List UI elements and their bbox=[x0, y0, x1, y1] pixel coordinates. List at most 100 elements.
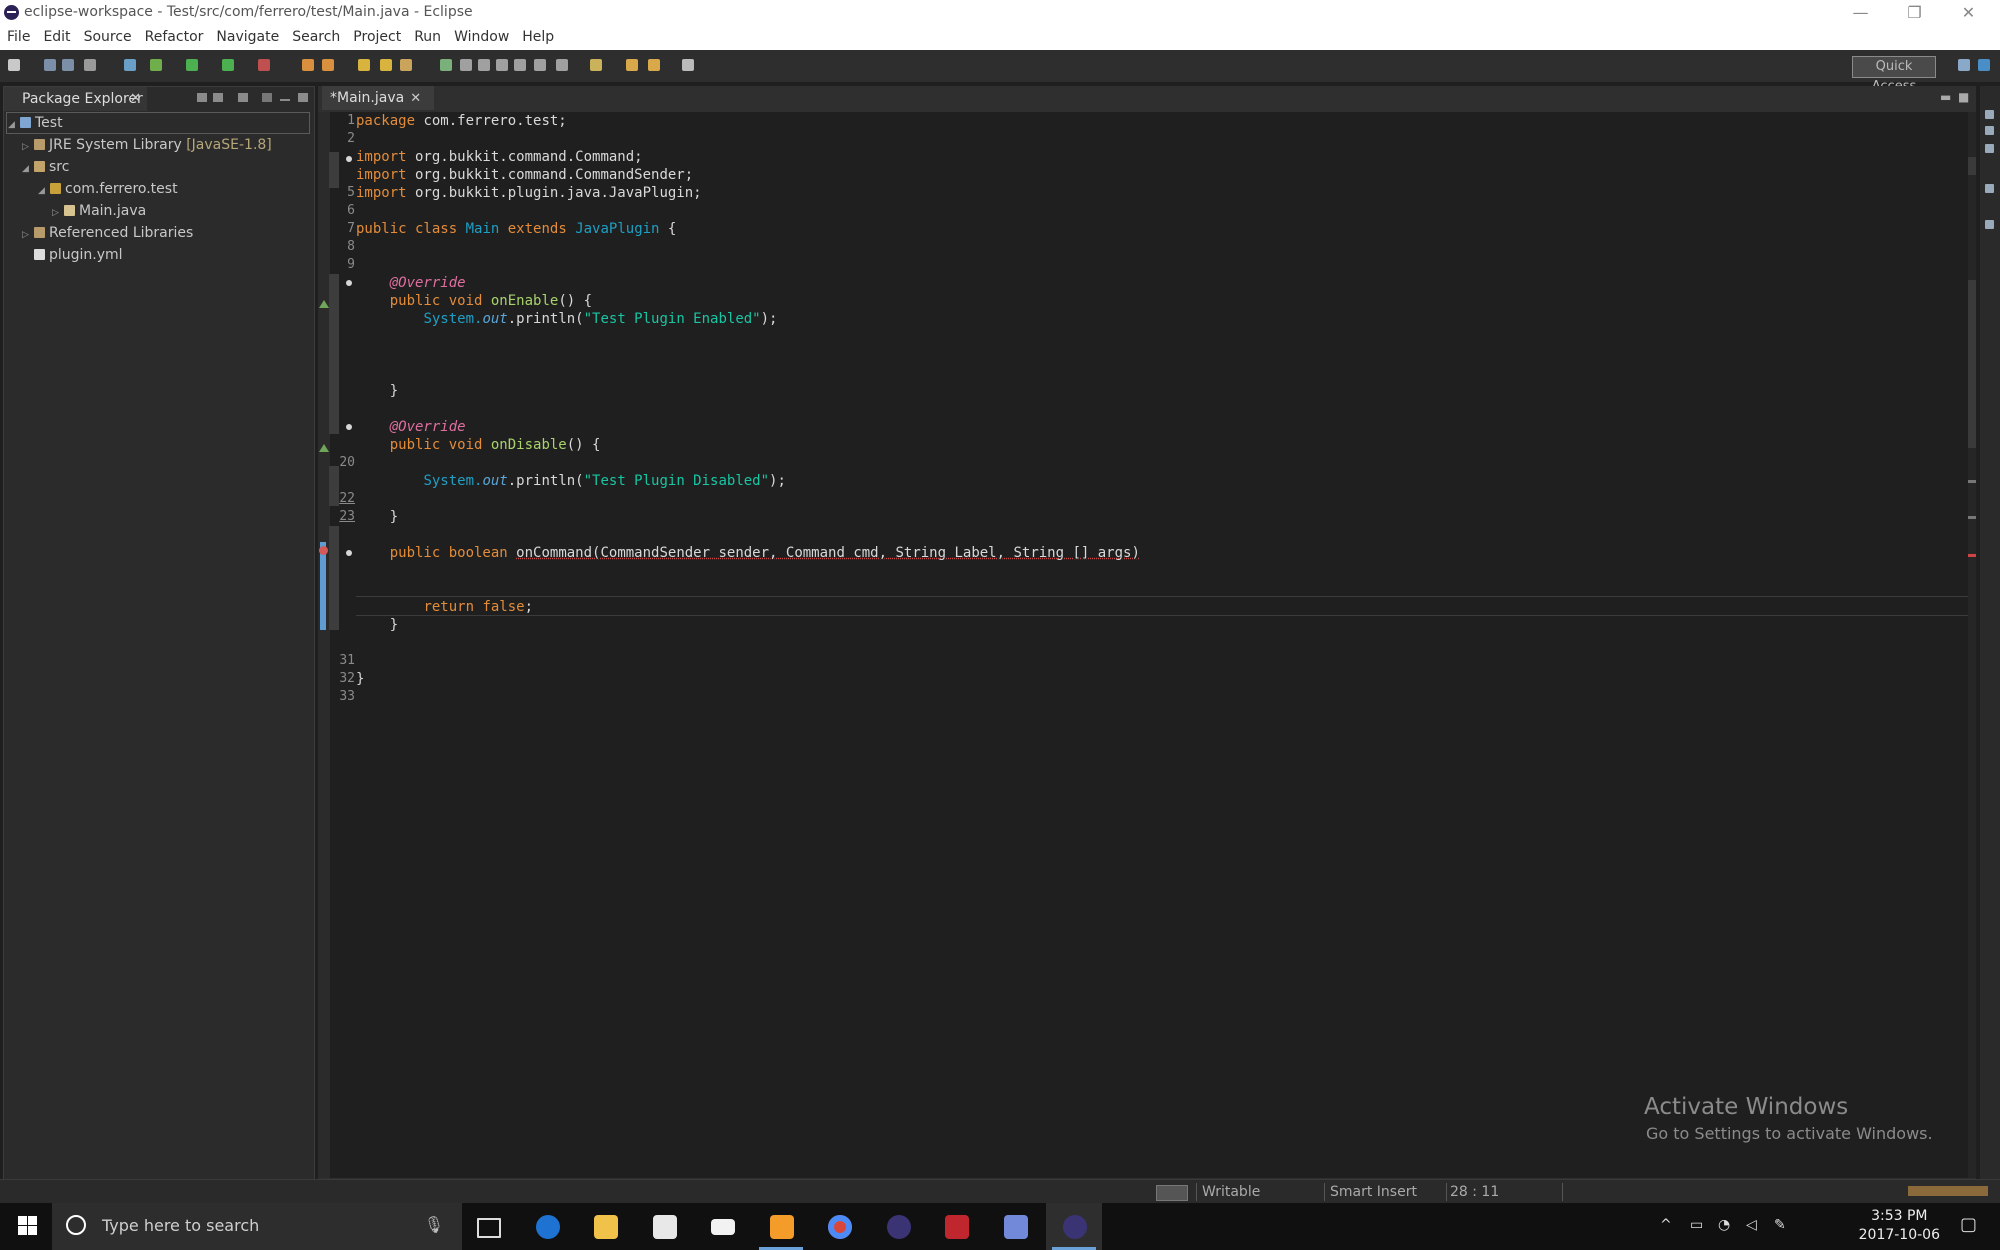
view-menu-icon[interactable] bbox=[262, 93, 272, 102]
mail-icon[interactable] bbox=[694, 1203, 750, 1250]
fold-toggle-icon[interactable] bbox=[346, 156, 352, 162]
taskbar-search-box[interactable]: Type here to search 🎙 bbox=[52, 1203, 462, 1250]
menu-help[interactable]: Help bbox=[515, 26, 560, 50]
coverage-icon[interactable] bbox=[222, 59, 234, 71]
editor-tab-main-java[interactable]: *Main.java ✕ bbox=[322, 86, 434, 110]
back-arrow-icon[interactable] bbox=[626, 59, 638, 71]
close-window-button[interactable]: ✕ bbox=[1946, 0, 1991, 26]
tree-item-jre-library[interactable]: ▷ JRE System Library [JavaSE-1.8] bbox=[22, 135, 272, 156]
quick-access-input[interactable]: Quick Access bbox=[1852, 56, 1936, 94]
menu-project[interactable]: Project bbox=[346, 26, 407, 50]
close-icon[interactable]: ✕ bbox=[410, 91, 421, 106]
battery-icon[interactable]: ▭ bbox=[1690, 1217, 1703, 1233]
fold-toggle-icon[interactable] bbox=[346, 280, 352, 286]
collapse-twisty-icon[interactable]: ▷ bbox=[22, 225, 34, 246]
maximize-view-icon[interactable] bbox=[298, 93, 308, 102]
restore-button[interactable]: ❐ bbox=[1892, 0, 1937, 26]
focus-icon[interactable] bbox=[238, 93, 248, 102]
sublime-text-icon[interactable] bbox=[753, 1203, 809, 1250]
show-whitespace-icon[interactable] bbox=[534, 59, 546, 71]
expand-twisty-icon[interactable]: ◢ bbox=[22, 159, 34, 180]
next-edit-icon[interactable] bbox=[682, 59, 694, 71]
save-icon[interactable] bbox=[44, 59, 56, 71]
forward-arrow-icon[interactable] bbox=[648, 59, 660, 71]
code-editor[interactable]: 1 2 5 6 7 8 9 20 22 23 31 32 33 package … bbox=[318, 112, 1970, 1178]
error-overview-mark[interactable] bbox=[1968, 554, 1976, 557]
edit-icon[interactable] bbox=[400, 59, 412, 71]
open-type-icon[interactable] bbox=[358, 59, 370, 71]
close-icon[interactable]: ✕ bbox=[130, 87, 141, 111]
microphone-icon[interactable]: 🎙 bbox=[424, 1215, 444, 1234]
minimize-editor-icon[interactable]: ▬ bbox=[1940, 90, 1951, 104]
error-marker-icon[interactable] bbox=[319, 546, 328, 555]
menu-search[interactable]: Search bbox=[285, 26, 346, 50]
show-hidden-icons-icon[interactable]: ^ bbox=[1660, 1217, 1672, 1233]
package-explorer-tab[interactable]: Package Explorer ✕ bbox=[4, 87, 147, 111]
edge-icon[interactable] bbox=[519, 1203, 575, 1250]
menu-window[interactable]: Window bbox=[447, 26, 515, 50]
overview-ruler[interactable] bbox=[1968, 112, 1976, 1178]
eclipse-taskbar-icon[interactable] bbox=[870, 1203, 926, 1250]
next-annotation-icon[interactable] bbox=[440, 59, 452, 71]
expand-twisty-icon[interactable]: ◢ bbox=[8, 115, 20, 136]
tree-item-project[interactable]: ◢ Test bbox=[8, 113, 63, 134]
save-all-icon[interactable] bbox=[62, 59, 74, 71]
console-view-icon[interactable] bbox=[1985, 220, 1994, 229]
overview-mark[interactable] bbox=[1968, 480, 1976, 483]
pen-icon[interactable]: ✎ bbox=[1774, 1217, 1786, 1233]
filezilla-icon[interactable] bbox=[928, 1203, 984, 1250]
previous-annotation-icon[interactable] bbox=[460, 59, 472, 71]
external-tools-icon[interactable] bbox=[258, 59, 270, 71]
chrome-icon[interactable] bbox=[811, 1203, 867, 1250]
print-icon[interactable] bbox=[84, 59, 96, 71]
overview-mark[interactable] bbox=[1968, 157, 1976, 175]
menu-file[interactable]: File bbox=[0, 26, 36, 50]
minimize-view-icon[interactable] bbox=[280, 99, 290, 101]
overview-mark[interactable] bbox=[1968, 516, 1976, 519]
skip-breakpoints-icon[interactable] bbox=[124, 59, 136, 71]
minimize-button[interactable]: — bbox=[1838, 0, 1883, 26]
override-indicator-icon[interactable] bbox=[319, 444, 329, 452]
menu-navigate[interactable]: Navigate bbox=[209, 26, 285, 50]
menu-edit[interactable]: Edit bbox=[36, 26, 76, 50]
menu-refactor[interactable]: Refactor bbox=[138, 26, 210, 50]
discord-icon[interactable] bbox=[987, 1203, 1043, 1250]
open-perspective-icon[interactable] bbox=[1958, 59, 1970, 71]
restore-view-icon[interactable] bbox=[1985, 110, 1994, 119]
tree-item-plugin-yml[interactable]: plugin.yml bbox=[22, 245, 123, 266]
status-progress-icon[interactable] bbox=[1156, 1185, 1188, 1201]
block-selection-icon[interactable] bbox=[496, 59, 508, 71]
task-view-button[interactable] bbox=[460, 1203, 516, 1250]
tree-item-src[interactable]: ◢ src bbox=[22, 157, 69, 178]
fold-toggle-icon[interactable] bbox=[346, 550, 352, 556]
link-with-editor-icon[interactable] bbox=[213, 93, 223, 102]
eclipse-active-taskbar-icon[interactable] bbox=[1046, 1203, 1102, 1250]
run-icon[interactable] bbox=[186, 59, 198, 71]
menu-run[interactable]: Run bbox=[407, 26, 447, 50]
problems-view-icon[interactable] bbox=[1985, 184, 1994, 193]
expand-twisty-icon[interactable]: ◢ bbox=[38, 181, 50, 202]
collapse-twisty-icon[interactable]: ▷ bbox=[52, 203, 64, 224]
new-icon[interactable] bbox=[8, 59, 20, 71]
vertical-scrollbar-thumb[interactable] bbox=[1968, 280, 1976, 448]
word-wrap-icon[interactable] bbox=[514, 59, 526, 71]
wifi-icon[interactable]: ◔ bbox=[1718, 1217, 1730, 1233]
toggle-mark-occurrences-icon[interactable] bbox=[478, 59, 490, 71]
task-list-icon[interactable] bbox=[1985, 144, 1994, 153]
debug-icon[interactable] bbox=[150, 59, 162, 71]
tree-item-package[interactable]: ◢ com.ferrero.test bbox=[38, 179, 178, 200]
store-icon[interactable] bbox=[636, 1203, 692, 1250]
maximize-editor-icon[interactable]: ■ bbox=[1958, 90, 1969, 104]
volume-icon[interactable]: ◁ bbox=[1746, 1217, 1757, 1233]
file-explorer-icon[interactable] bbox=[577, 1203, 633, 1250]
override-indicator-icon[interactable] bbox=[319, 300, 329, 308]
outline-view-icon[interactable] bbox=[1985, 126, 1994, 135]
pin-icon[interactable] bbox=[556, 59, 568, 71]
status-trim-icons[interactable] bbox=[1908, 1186, 1988, 1196]
last-edit-icon[interactable] bbox=[590, 59, 602, 71]
fold-toggle-icon[interactable] bbox=[346, 424, 352, 430]
taskbar-clock[interactable]: 3:53 PM 2017-10-06 bbox=[1859, 1207, 1940, 1245]
collapse-twisty-icon[interactable]: ▷ bbox=[22, 137, 34, 158]
collapse-all-icon[interactable] bbox=[197, 93, 207, 102]
menu-source[interactable]: Source bbox=[77, 26, 138, 50]
